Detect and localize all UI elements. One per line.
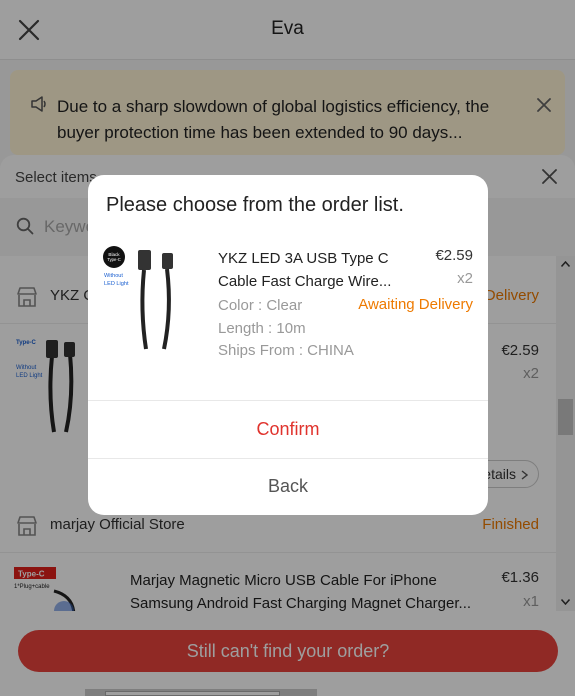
product-image: Black Type-C Without LED Light [103, 246, 173, 350]
dialog-title: Please choose from the order list. [106, 194, 404, 216]
dialog-status: Awaiting Delivery [358, 296, 473, 313]
order-confirm-dialog: Please choose from the order list. Black… [88, 175, 488, 515]
svg-text:Type-C: Type-C [107, 257, 121, 262]
back-button[interactable]: Back [88, 458, 488, 515]
svg-text:Without: Without [104, 273, 123, 279]
dialog-qty: x2 [457, 270, 473, 287]
dialog-product-title: YKZ LED 3A USB Type C Cable Fast Charge … [218, 247, 398, 293]
confirm-button[interactable]: Confirm [88, 401, 488, 458]
dialog-color: Color : Clear [218, 297, 303, 314]
dialog-ships-from: Ships From : CHINA [218, 342, 354, 359]
dialog-length: Length : 10m [218, 320, 306, 337]
svg-text:LED Light: LED Light [104, 281, 129, 287]
dialog-price: €2.59 [435, 247, 473, 264]
dialog-product-line-1: YKZ LED 3A USB Type C [218, 250, 389, 267]
dialog-product-line-2: Cable Fast Charge Wire... [218, 273, 392, 290]
